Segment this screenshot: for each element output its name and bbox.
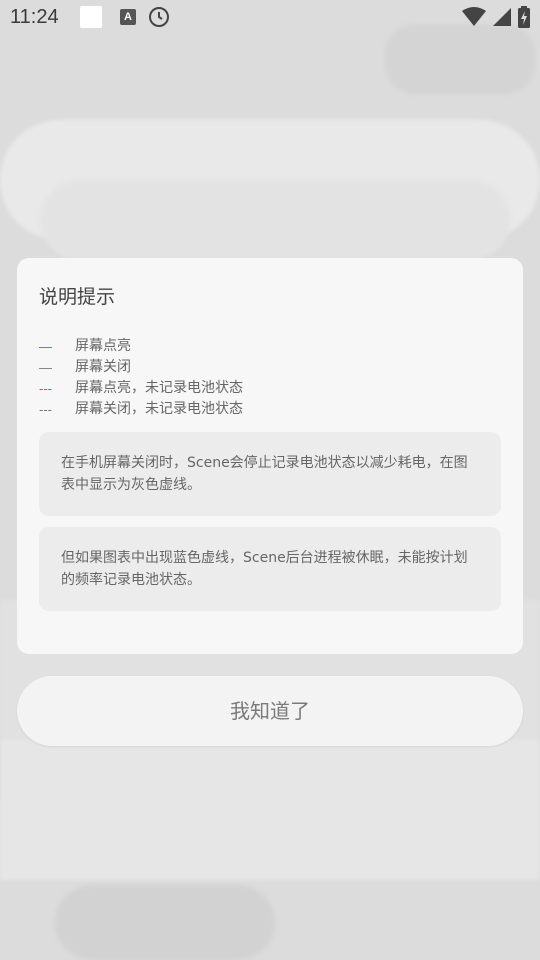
system-icons (462, 6, 530, 28)
legend-label: 屏幕关闭，未记录电池状态 (75, 401, 243, 417)
legend-label: 屏幕关闭 (75, 359, 131, 375)
solid-line-icon: — (39, 339, 52, 354)
cellular-signal-icon (493, 8, 511, 26)
background-blob (55, 885, 275, 960)
got-it-button[interactable]: 我知道了 (17, 676, 523, 746)
dashed-line-icon: --- (39, 402, 52, 417)
legend-item: — 屏幕点亮 (39, 336, 501, 357)
legend-label: 屏幕点亮，未记录电池状态 (75, 380, 243, 396)
legend-label: 屏幕点亮 (75, 338, 131, 354)
info-dialog: 说明提示 — 屏幕点亮 — 屏幕关闭 --- 屏幕点亮，未记录电池状态 --- … (17, 258, 523, 654)
legend-item: — 屏幕关闭 (39, 357, 501, 378)
legend-item: --- 屏幕点亮，未记录电池状态 (39, 378, 501, 399)
wifi-icon (462, 7, 486, 26)
clock-icon (149, 7, 169, 27)
notification-icons: A (80, 6, 170, 28)
dashed-line-icon: --- (39, 381, 52, 396)
background-blob (40, 180, 510, 260)
legend: — 屏幕点亮 — 屏幕关闭 --- 屏幕点亮，未记录电池状态 --- 屏幕关闭，… (39, 336, 501, 420)
battery-icon (518, 6, 530, 28)
status-bar: 11:24 A (0, 0, 540, 36)
dialog-title: 说明提示 (39, 286, 116, 308)
background-blob (0, 740, 540, 880)
app-notification-icon (80, 6, 102, 28)
legend-item: --- 屏幕关闭，未记录电池状态 (39, 399, 501, 420)
keyboard-a-icon: A (120, 9, 136, 25)
solid-line-icon: — (39, 360, 52, 375)
info-box-screen-off: 在手机屏幕关闭时，Scene会停止记录电池状态以减少耗电，在图表中显示为灰色虚线… (39, 432, 501, 516)
info-box-blue-dashed: 但如果图表中出现蓝色虚线，Scene后台进程被休眠，未能按计划的频率记录电池状态… (39, 527, 501, 611)
status-time: 11:24 (10, 6, 59, 28)
